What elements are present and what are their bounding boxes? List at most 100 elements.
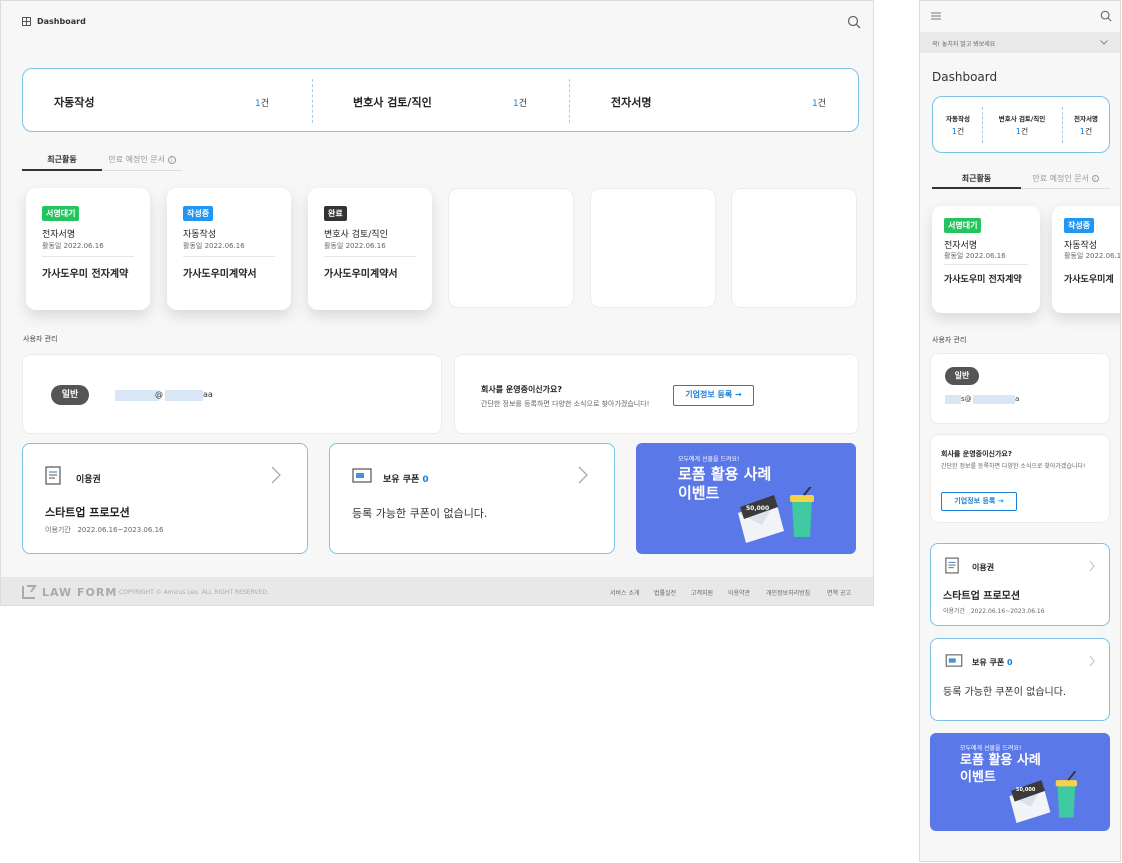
- activity-card[interactable]: 완료 변호사 검토/직인 활동일 2022.06.16 가사도우미계약서: [308, 188, 432, 310]
- page-title: Dashboard: [932, 70, 998, 84]
- chevron-down-icon[interactable]: [1100, 40, 1108, 45]
- ticket-amount: 50,000: [1016, 787, 1036, 793]
- stat-label-review: 변호사 검토/직인: [998, 115, 1046, 123]
- gift-illustration: [1009, 771, 1078, 823]
- card-date: 활동일 2022.06.1: [1064, 252, 1121, 260]
- card-date: 활동일 2022.06.16: [183, 242, 245, 250]
- dashboard-icon: [22, 17, 31, 26]
- search-icon[interactable]: [1100, 10, 1112, 22]
- footer-link-terms[interactable]: 이용약관: [728, 588, 750, 597]
- empty-card: [448, 188, 574, 308]
- search-icon[interactable]: [847, 15, 861, 29]
- card-type: 자동작성: [1064, 241, 1098, 251]
- divider: [982, 107, 983, 143]
- activity-card[interactable]: 서명대기 전자서명 활동일 2022.06.16 가사도우미 전자계약: [26, 188, 150, 310]
- user-info-box: 일반 @ aa: [22, 354, 442, 434]
- stat-count-esign[interactable]: 1건: [1067, 126, 1105, 137]
- hamburger-icon[interactable]: [931, 12, 941, 20]
- activity-card[interactable]: 서명대기 전자서명 활동일 2022.06.16 가사도우미 전자계약: [932, 206, 1040, 313]
- status-badge: 완료: [324, 206, 347, 221]
- coupon-label: 보유 쿠폰 0: [383, 475, 429, 485]
- notice-bar[interactable]: 꼭! 놓치지 말고 봐보세요: [920, 32, 1120, 53]
- stat-label-auto: 자동작성: [946, 115, 970, 123]
- event-title-1: 로폼 활용 사례: [960, 753, 1041, 768]
- notice-text: 꼭! 놓치지 말고 봐보세요: [932, 41, 996, 48]
- section-label: 사용자 관리: [932, 336, 967, 344]
- stat-label-esign: 전자서명: [611, 96, 652, 109]
- coupon-card[interactable]: 보유 쿠폰 0 등록 가능한 쿠폰이 없습니다.: [930, 638, 1110, 721]
- stat-label-esign: 전자서명: [1074, 115, 1098, 123]
- masked-email: [115, 390, 159, 401]
- company-register-box: 회사를 운영중이신가요? 간단한 정보를 등록하면 다양한 소식으로 찾아가겠습…: [930, 434, 1110, 523]
- empty-card: [590, 188, 716, 308]
- divider: [183, 256, 275, 257]
- license-label: 이용권: [76, 475, 101, 485]
- divider: [42, 256, 134, 257]
- event-banner[interactable]: 모두에게 선물을 드려요! 로폼 활용 사례 이벤트 50,000: [930, 733, 1110, 831]
- document-icon: [945, 557, 959, 574]
- coupon-card[interactable]: 보유 쿠폰 0 등록 가능한 쿠폰이 없습니다.: [329, 443, 615, 554]
- stat-count-review[interactable]: 1건: [987, 126, 1057, 137]
- ticket-amount: 50,000: [746, 505, 770, 512]
- coupon-empty-msg: 등록 가능한 쿠폰이 없습니다.: [352, 507, 488, 520]
- footer-logo: LAW FORM: [42, 586, 118, 599]
- masked-email: [165, 390, 203, 401]
- license-plan: 스타트업 프로모션: [45, 506, 130, 519]
- card-name: 가사도우미계약서: [183, 269, 257, 280]
- license-label: 이용권: [972, 563, 995, 572]
- stat-count-esign[interactable]: 1건: [812, 96, 826, 109]
- masked-email: [973, 395, 1015, 404]
- stat-count-auto[interactable]: 1건: [255, 96, 269, 109]
- footer-link-disclaimer[interactable]: 면책 공고: [827, 588, 851, 597]
- coupon-icon: [945, 654, 963, 667]
- stat-label-auto: 자동작성: [54, 96, 95, 109]
- info-icon: i: [167, 155, 176, 164]
- company-question: 회사를 운영중이신가요?: [941, 450, 1012, 458]
- card-type: 전자서명: [42, 230, 76, 240]
- info-icon: i: [1091, 175, 1099, 182]
- card-name: 가사도우미계약서: [324, 269, 398, 280]
- event-banner[interactable]: 모두에게 선물을 드려요! 로폼 활용 사례 이벤트 50,000: [636, 443, 856, 554]
- license-card[interactable]: 이용권 스타트업 프로모션 이용기간 2022.06.16~2023.06.16: [22, 443, 308, 554]
- coupon-icon: [352, 468, 372, 483]
- tab-expiring[interactable]: 만료 예정인 문서 i: [1021, 173, 1110, 189]
- tab-expiring[interactable]: 만료 예정인 문서 i: [102, 153, 182, 171]
- chevron-right-icon[interactable]: [578, 466, 588, 484]
- footer: LAW FORM COPYRIGHT © Amicus Lex. ALL RIG…: [1, 577, 873, 605]
- stat-label-review: 변호사 검토/직인: [353, 96, 432, 109]
- company-question: 회사를 운영중이신가요?: [481, 385, 563, 394]
- card-name: 가사도우미 전자계약: [944, 275, 1022, 285]
- status-badge: 작성중: [1064, 218, 1095, 233]
- stat-count-auto[interactable]: 1건: [938, 126, 978, 137]
- footer-link-support[interactable]: 고객지원: [691, 588, 713, 597]
- status-badge: 서명대기: [944, 218, 982, 233]
- company-desc: 간단한 정보를 등록하면 다양한 소식으로 찾아가겠습니다!: [481, 400, 650, 408]
- tab-recent[interactable]: 최근활동: [932, 173, 1021, 189]
- coupon-label: 보유 쿠폰 0: [972, 658, 1013, 667]
- chevron-right-icon[interactable]: [271, 466, 281, 484]
- desktop-view: Dashboard 자동작성 1건 변호사 검토/직인 1건 전자서명 1건 최…: [0, 0, 874, 606]
- role-badge: 일반: [945, 367, 979, 385]
- company-register-button[interactable]: 기업정보 등록 →: [673, 385, 754, 406]
- status-badge: 서명대기: [42, 206, 80, 221]
- footer-link-about[interactable]: 서비스 소개: [610, 588, 640, 597]
- license-card[interactable]: 이용권 스타트업 프로모션 이용기간 2022.06.16~2023.06.16: [930, 543, 1110, 626]
- stats-summary: 자동작성 1건 변호사 검토/직인 1건 전자서명 1건: [932, 96, 1110, 153]
- chevron-right-icon[interactable]: [1089, 560, 1095, 572]
- stat-count-review[interactable]: 1건: [513, 96, 527, 109]
- document-icon: [45, 466, 61, 485]
- activity-card[interactable]: 작성중 자동작성 활동일 2022.06.16 가사도우미계약서: [167, 188, 291, 310]
- footer-link-legal[interactable]: 법률실전: [654, 588, 676, 597]
- status-badge: 작성중: [183, 206, 214, 221]
- event-subtitle: 모두에게 선물을 드려요!: [960, 745, 1022, 752]
- footer-link-privacy[interactable]: 개인정보처리방침: [766, 588, 810, 597]
- activity-card[interactable]: 작성중 자동작성 활동일 2022.06.1 가사도우미계: [1052, 206, 1121, 313]
- card-name: 가사도우미 전자계약: [42, 269, 129, 280]
- card-name: 가사도우미계: [1064, 275, 1114, 285]
- tab-recent[interactable]: 최근활동: [22, 153, 102, 171]
- divider: [324, 256, 416, 257]
- company-register-button[interactable]: 기업정보 등록 →: [941, 492, 1017, 511]
- chevron-right-icon[interactable]: [1089, 655, 1095, 667]
- gift-illustration: [738, 487, 814, 543]
- user-info-box: 일반 s@ a: [930, 353, 1110, 424]
